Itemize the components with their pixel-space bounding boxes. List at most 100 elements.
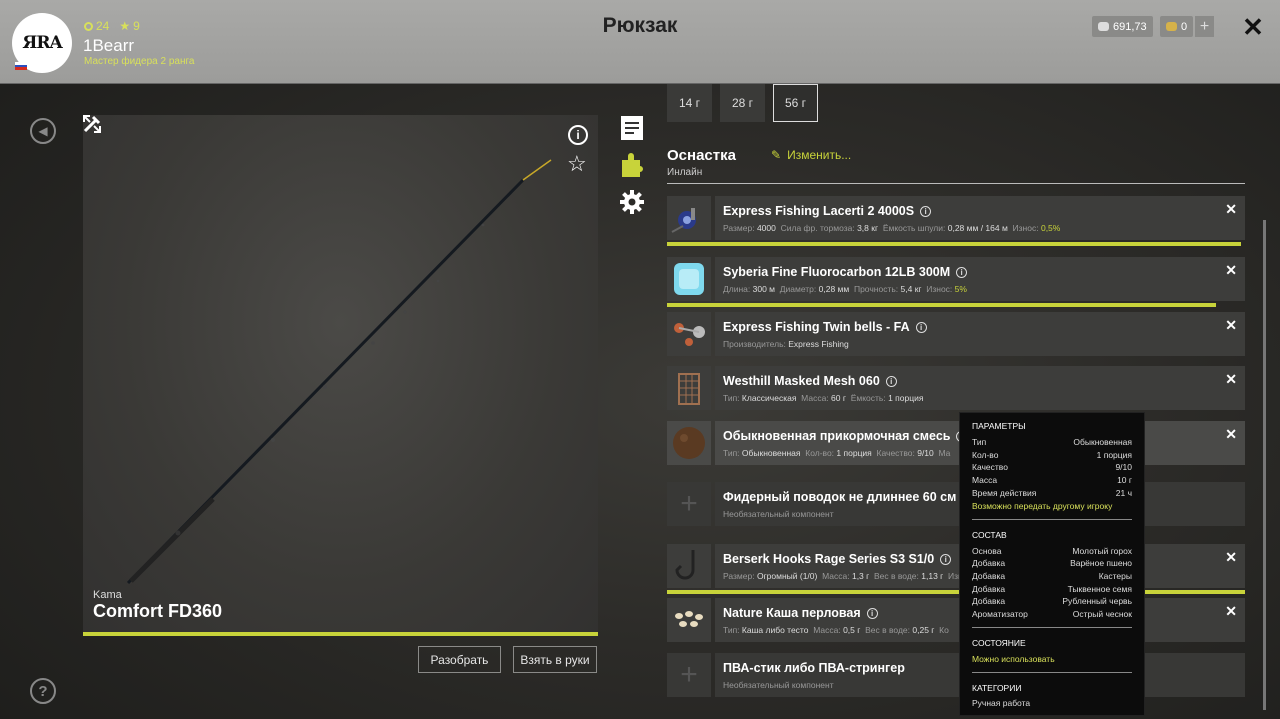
- rig-edit-link[interactable]: ✎ Изменить...: [771, 148, 851, 162]
- item-hook[interactable]: Berserk Hooks Rage Series S3 S1/0 i Разме…: [667, 544, 1245, 588]
- hook-wear-bar: [667, 590, 1245, 594]
- fishing-rod-image: [126, 159, 552, 585]
- star-icon: ★: [119, 19, 131, 33]
- bells-thumbnail: [667, 312, 711, 356]
- item-line[interactable]: Syberia Fine Fluorocarbon 12LB 300M i Дли…: [667, 257, 1245, 301]
- item-name: Syberia Fine Fluorocarbon 12LB 300M: [723, 265, 951, 279]
- gold-value: 0: [1181, 20, 1188, 33]
- item-bells[interactable]: Express Fishing Twin bells - FA i Произво…: [667, 312, 1245, 356]
- russia-flag-icon: [15, 62, 27, 70]
- settings-gear-icon[interactable]: [620, 189, 644, 215]
- stat-stars-value: 9: [133, 19, 140, 33]
- section-divider: [667, 183, 1245, 184]
- item-name: ПВА-стик либо ПВА-стрингер: [723, 661, 905, 675]
- item-tooltip: ПАРАМЕТРЫ Тип Обыкновенная Кол-во 1 порция…: [959, 412, 1145, 716]
- item-leader-slot[interactable]: + Фидерный поводок не длиннее 60 см Необ…: [667, 482, 1245, 526]
- rod-edit-icon[interactable]: [83, 115, 101, 133]
- remove-item-button[interactable]: ✕: [1225, 201, 1237, 218]
- item-reel[interactable]: Express Fishing Lacerti 2 4000S i Размер:…: [667, 196, 1245, 240]
- document-icon[interactable]: [620, 115, 644, 141]
- groundbait-thumbnail: [667, 421, 711, 465]
- favorite-star-icon[interactable]: ☆: [567, 151, 587, 177]
- item-feeder[interactable]: Westhill Masked Mesh 060 i Тип: Классичес…: [667, 366, 1245, 410]
- puzzle-icon[interactable]: [620, 152, 644, 178]
- circle-icon: [84, 21, 93, 31]
- info-icon[interactable]: i: [885, 375, 897, 387]
- item-props: Необязательный компонент: [723, 680, 834, 690]
- item-props: Тип: Каша либо тесто Масса: 0,5 г Вес в …: [723, 625, 949, 635]
- weight-tab-56[interactable]: 56 г: [773, 84, 818, 122]
- rig-type: Инлайн: [667, 167, 703, 178]
- take-in-hands-button[interactable]: Взять в руки: [513, 646, 597, 673]
- item-name: Westhill Masked Mesh 060: [723, 374, 880, 388]
- rod-condition-bar: [83, 632, 598, 636]
- silver-value: 691,73: [1113, 20, 1147, 33]
- tooltip-state-title: СОСТОЯНИЕ: [972, 637, 1026, 648]
- feeder-thumbnail: [667, 366, 711, 410]
- rod-brand: Kama: [93, 589, 122, 601]
- item-props: Длина: 300 м Диаметр: 0,28 мм Прочность:…: [723, 284, 967, 294]
- remove-item-button[interactable]: ✕: [1225, 549, 1237, 566]
- item-props: Тип: Классическая Масса: 60 г Ёмкость: 1…: [723, 393, 924, 403]
- item-props: Необязательный компонент: [723, 509, 834, 519]
- silver-coins-icon: [1098, 22, 1109, 31]
- info-icon[interactable]: i: [568, 125, 588, 145]
- item-name: Express Fishing Twin bells - FA: [723, 320, 910, 334]
- item-pva-slot[interactable]: + ПВА-стик либо ПВА-стрингер Необязатель…: [667, 653, 1245, 697]
- reel-thumbnail: [667, 196, 711, 240]
- remove-item-button[interactable]: ✕: [1225, 262, 1237, 279]
- pencil-icon: ✎: [771, 148, 782, 162]
- add-gold-button[interactable]: +: [1195, 16, 1214, 37]
- weight-tab-28[interactable]: 28 г: [720, 84, 765, 122]
- info-icon[interactable]: i: [920, 205, 932, 217]
- help-icon[interactable]: ?: [30, 678, 56, 704]
- top-bar: ЯRA 24 ★ 9 1Bearr Мастер фидера 2 ранга Р…: [0, 0, 1280, 84]
- info-icon[interactable]: i: [866, 607, 878, 619]
- stat-coins: 24: [84, 19, 109, 33]
- barley-bait-thumbnail: [667, 598, 711, 642]
- silver-balance: 691,73: [1092, 16, 1153, 37]
- tooltip-composition-title: СОСТАВ: [972, 529, 1007, 540]
- player-stats: 24 ★ 9: [84, 19, 140, 33]
- reel-wear-bar: [667, 242, 1241, 246]
- back-arrow-icon[interactable]: ◀: [30, 118, 56, 144]
- tooltip-state: Можно использовать: [972, 653, 1055, 664]
- item-name: Express Fishing Lacerti 2 4000S: [723, 204, 915, 218]
- info-icon[interactable]: i: [915, 321, 927, 333]
- gold-coins-icon: [1166, 22, 1177, 31]
- disassemble-button[interactable]: Разобрать: [418, 646, 501, 673]
- plus-icon[interactable]: +: [667, 653, 711, 697]
- item-bait[interactable]: Nature Каша перловая i Тип: Каша либо тес…: [667, 598, 1245, 642]
- stat-stars: ★ 9: [119, 19, 139, 33]
- item-name: Nature Каша перловая: [723, 606, 861, 620]
- remove-item-button[interactable]: ✕: [1225, 426, 1237, 443]
- player-rank: Мастер фидера 2 ранга: [84, 56, 195, 67]
- hook-thumbnail: [667, 544, 711, 588]
- weight-tab-14[interactable]: 14 г: [667, 84, 712, 122]
- tooltip-category: Ручная работа: [972, 697, 1031, 708]
- info-icon[interactable]: i: [940, 553, 952, 565]
- item-name: Обыкновенная прикормочная смесь: [723, 429, 951, 443]
- weight-tabs: 14 г 28 г 56 г: [667, 84, 818, 122]
- stat-coins-value: 24: [96, 19, 110, 33]
- item-name: Berserk Hooks Rage Series S3 S1/0: [723, 552, 935, 566]
- line-wear-bar: [667, 303, 1216, 307]
- rig-section-title: Оснастка: [667, 147, 736, 164]
- remove-item-button[interactable]: ✕: [1225, 371, 1237, 388]
- info-icon[interactable]: i: [956, 266, 968, 278]
- item-props: Тип: Обыкновенная Кол-во: 1 порция Качес…: [723, 448, 951, 458]
- line-spool-thumbnail: [667, 257, 711, 301]
- remove-item-button[interactable]: ✕: [1225, 603, 1237, 620]
- item-props: Размер: 4000 Сила фр. тормоза: 3,8 кг Ём…: [723, 223, 1061, 233]
- tooltip-categories-title: КАТЕГОРИИ: [972, 682, 1022, 693]
- item-name: Фидерный поводок не длиннее 60 см: [723, 490, 957, 504]
- scrollbar[interactable]: [1263, 220, 1266, 710]
- close-button[interactable]: ✕: [1240, 12, 1266, 42]
- item-props: Размер: Огромный (1/0) Масса: 1,3 г Вес …: [723, 571, 963, 581]
- remove-item-button[interactable]: ✕: [1225, 317, 1237, 334]
- rod-name: Comfort FD360: [93, 601, 223, 621]
- item-groundbait[interactable]: Обыкновенная прикормочная смесьi Тип: Об…: [667, 421, 1245, 465]
- username: 1Bearr: [83, 36, 135, 55]
- plus-icon[interactable]: +: [667, 482, 711, 526]
- gold-balance: 0: [1160, 16, 1194, 37]
